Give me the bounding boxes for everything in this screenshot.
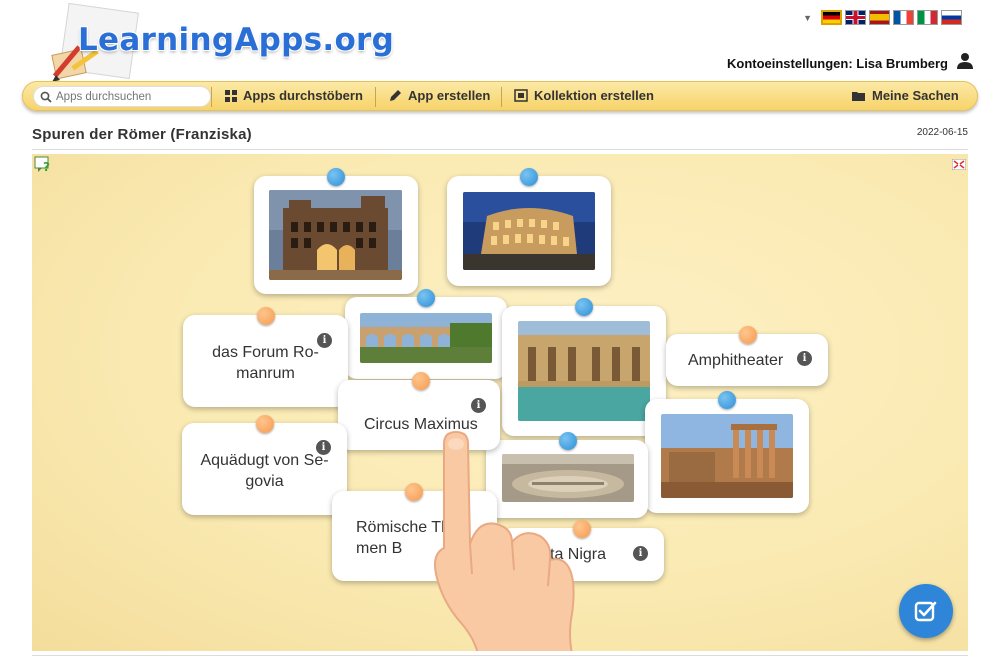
app-stage: ? i das Forum Ro- manrum i Circus Maximu… — [32, 154, 968, 651]
nav-create-app[interactable]: App erstellen — [389, 88, 490, 103]
text-card[interactable]: i Aquädugt von Se- govia — [182, 415, 347, 515]
flag-it-icon[interactable] — [917, 10, 938, 25]
porta-nigra-photo — [269, 190, 402, 280]
nav-browse-apps[interactable]: Apps durchstöbern — [225, 88, 363, 103]
nav-create-app-label: App erstellen — [408, 88, 491, 103]
flag-ru-icon[interactable] — [941, 10, 962, 25]
text-card-label: Aquädugt von Se- govia — [200, 452, 329, 490]
nav-my-stuff[interactable]: Meine Sachen — [852, 88, 959, 103]
app-title: Spuren der Römer (Franziska) — [32, 126, 252, 143]
flag-en-icon[interactable] — [845, 10, 866, 25]
text-card[interactable]: i das Forum Ro- manrum — [183, 307, 348, 407]
account-settings-link[interactable]: Kontoeinstellungen: Lisa Brumberg — [727, 56, 948, 71]
pin-blue-icon — [520, 168, 538, 186]
pin-blue-icon — [575, 298, 593, 316]
image-card[interactable] — [447, 168, 611, 286]
nav-my-stuff-label: Meine Sachen — [872, 88, 959, 103]
language-selector: ▼ — [803, 10, 962, 25]
checkbox-check-icon — [914, 601, 937, 622]
language-dropdown-icon[interactable]: ▼ — [803, 13, 812, 23]
aqueduct-photo — [360, 313, 492, 363]
image-card[interactable] — [645, 391, 809, 513]
text-card-label: das Forum Ro- manrum — [212, 344, 319, 382]
folder-icon — [852, 91, 865, 101]
check-answers-button[interactable] — [899, 584, 953, 638]
image-card[interactable] — [254, 168, 418, 294]
help-icon[interactable]: ? — [34, 156, 54, 179]
logo-text[interactable]: LearningApps.org — [78, 22, 394, 58]
forum-romanum-photo — [661, 414, 793, 498]
nav-create-collection[interactable]: Kollektion erstellen — [514, 88, 654, 103]
text-card-label: Amphitheater — [688, 351, 784, 369]
pin-blue-icon — [327, 168, 345, 186]
nav-divider — [501, 87, 502, 107]
pin-blue-icon — [718, 391, 736, 409]
search-icon — [40, 91, 52, 103]
nav-browse-apps-label: Apps durchstöbern — [243, 88, 363, 103]
app-date: 2022-06-15 — [916, 127, 968, 138]
nav-create-collection-label: Kollektion erstellen — [534, 88, 654, 103]
main-navbar: Apps durchstöbern App erstellen Kollekti… — [22, 81, 978, 111]
page: LearningApps.org ▼ Kontoeinstellungen: L… — [0, 0, 1000, 664]
search-input[interactable] — [56, 89, 206, 105]
pin-blue-icon — [417, 289, 435, 307]
text-card[interactable]: i Amphitheater — [666, 326, 828, 386]
pencil-icon — [390, 90, 401, 101]
fullscreen-icon[interactable] — [951, 157, 967, 175]
user-icon[interactable] — [956, 52, 974, 70]
grid-icon — [225, 89, 237, 102]
image-card[interactable] — [345, 289, 507, 379]
stage-bottom-divider — [32, 655, 968, 656]
flag-de-icon[interactable] — [821, 10, 842, 25]
flag-fr-icon[interactable] — [893, 10, 914, 25]
title-divider — [32, 149, 968, 150]
svg-text:?: ? — [43, 160, 50, 174]
roman-baths-photo — [518, 321, 650, 421]
collection-icon — [514, 89, 528, 102]
image-card[interactable] — [502, 298, 666, 436]
nav-divider — [211, 87, 212, 107]
nav-divider — [375, 87, 376, 107]
colosseum-photo — [463, 192, 595, 270]
search-box[interactable] — [33, 86, 211, 107]
flag-es-icon[interactable] — [869, 10, 890, 25]
pointing-hand-icon — [422, 424, 582, 651]
